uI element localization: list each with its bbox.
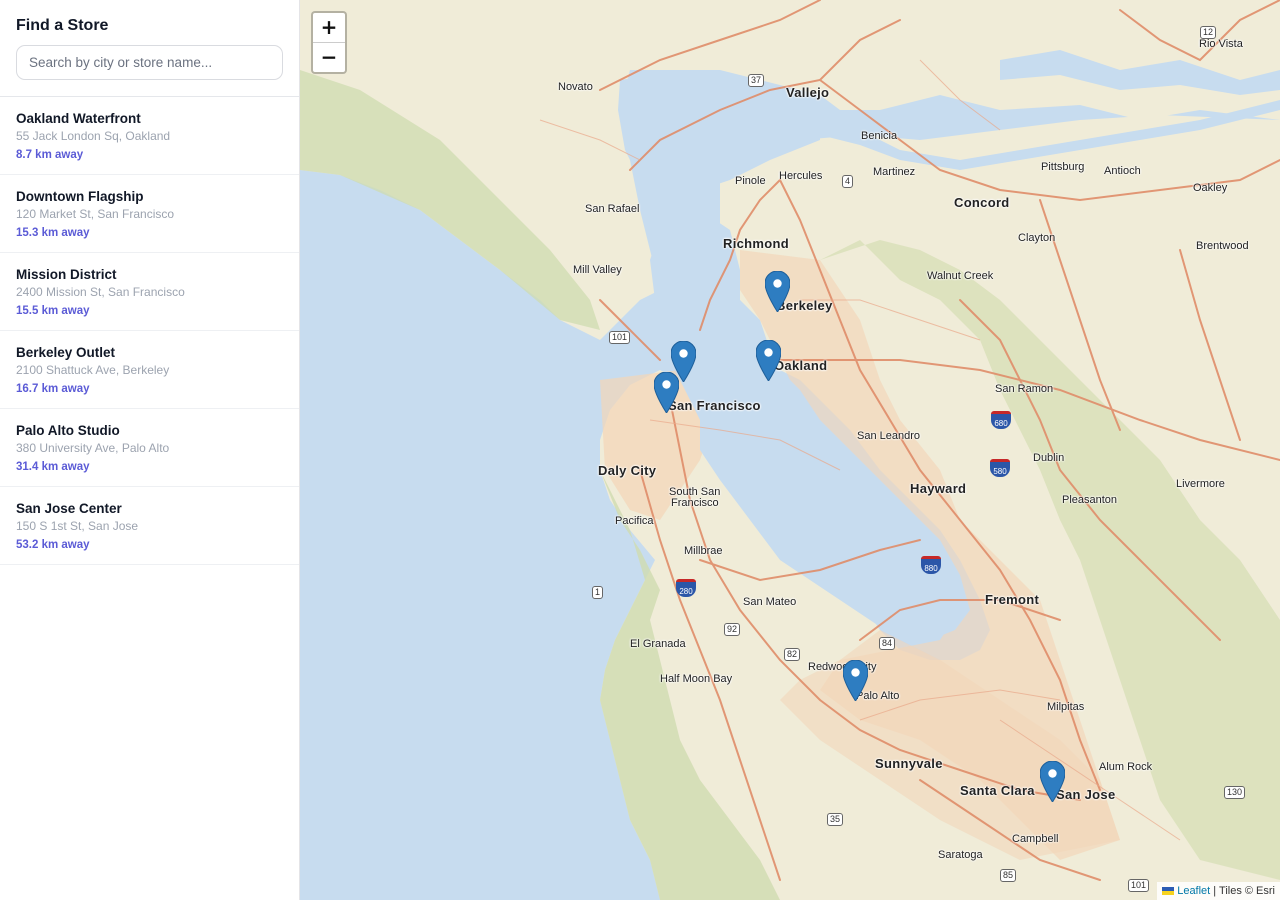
city-label-san-rafael: San Rafael: [585, 203, 640, 215]
store-item-san-jose-center[interactable]: San Jose Center 150 S 1st St, San Jose 5…: [0, 487, 299, 565]
city-label-san-francisco: San Francisco: [668, 398, 761, 413]
store-item-palo-alto-studio[interactable]: Palo Alto Studio 380 University Ave, Pal…: [0, 409, 299, 487]
map-marker-san-jose-center[interactable]: [1040, 761, 1065, 802]
map-view[interactable]: Novato Vallejo Benicia Rio Vista Pinole …: [300, 0, 1280, 900]
city-label-san-ramon: San Ramon: [995, 383, 1054, 395]
store-item-mission-district[interactable]: Mission District 2400 Mission St, San Fr…: [0, 253, 299, 331]
city-label-south-san-francisco-line2: Francisco: [671, 497, 719, 509]
city-label-brentwood: Brentwood: [1196, 240, 1249, 252]
store-sidebar: Find a Store Oakland Waterfront 55 Jack …: [0, 0, 300, 900]
store-name: Mission District: [16, 267, 117, 282]
zoom-out-button[interactable]: −: [313, 43, 345, 72]
map-marker-downtown-flagship[interactable]: [654, 372, 679, 413]
route-shield-1: 1: [592, 586, 604, 599]
store-distance: 53.2 km away: [16, 539, 90, 551]
store-search-input[interactable]: [16, 45, 283, 80]
store-distance: 8.7 km away: [16, 149, 84, 161]
route-shield-92: 92: [724, 623, 741, 636]
city-label-pacifica: Pacifica: [615, 515, 654, 527]
route-shield-130: 130: [1224, 786, 1246, 799]
city-label-pinole: Pinole: [735, 175, 766, 187]
route-shield-101-south: 101: [1128, 879, 1150, 892]
zoom-control: + −: [311, 11, 347, 74]
city-label-campbell: Campbell: [1012, 833, 1059, 845]
city-label-novato: Novato: [558, 81, 593, 93]
store-distance: 31.4 km away: [16, 461, 90, 473]
city-label-vallejo: Vallejo: [786, 85, 830, 100]
interstate-shield-280: 280: [676, 579, 696, 597]
interstate-shield-580: 580: [990, 459, 1010, 477]
city-label-san-leandro: San Leandro: [857, 430, 920, 442]
city-label-millbrae: Millbrae: [684, 545, 723, 557]
store-name: San Jose Center: [16, 501, 122, 516]
city-label-dublin: Dublin: [1033, 452, 1065, 464]
city-label-oakley: Oakley: [1193, 182, 1228, 194]
route-shield-85: 85: [1000, 869, 1017, 882]
store-distance: 16.7 km away: [16, 383, 90, 395]
store-address: 55 Jack London Sq, Oakland: [16, 129, 171, 143]
city-label-richmond: Richmond: [723, 236, 789, 251]
leaflet-link[interactable]: Leaflet: [1177, 885, 1210, 897]
city-label-martinez: Martinez: [873, 166, 916, 178]
city-label-mill-valley: Mill Valley: [573, 264, 622, 276]
map-marker-palo-alto-studio[interactable]: [843, 660, 868, 701]
store-name: Oakland Waterfront: [16, 111, 141, 126]
city-label-milpitas: Milpitas: [1047, 701, 1085, 713]
store-address: 120 Market St, San Francisco: [16, 207, 175, 221]
city-label-oakland: Oakland: [774, 358, 828, 373]
store-name: Downtown Flagship: [16, 189, 144, 204]
route-shield-82: 82: [784, 648, 801, 661]
city-label-saratoga: Saratoga: [938, 849, 983, 861]
map-marker-oakland-waterfront[interactable]: [756, 340, 781, 381]
route-shield-101-north: 101: [609, 331, 631, 344]
map-marker-berkeley-outlet[interactable]: [765, 271, 790, 312]
sidebar-title: Find a Store: [16, 17, 109, 34]
store-address: 2100 Shattuck Ave, Berkeley: [16, 363, 170, 377]
store-list: Oakland Waterfront 55 Jack London Sq, Oa…: [0, 97, 299, 565]
city-label-san-mateo: San Mateo: [743, 596, 797, 608]
city-label-daly-city: Daly City: [598, 463, 657, 478]
interstate-shield-680: 680: [991, 411, 1011, 429]
route-shield-4: 4: [842, 175, 854, 188]
city-label-hayward: Hayward: [910, 481, 967, 496]
city-label-rio-vista: Rio Vista: [1199, 38, 1243, 50]
city-label-livermore: Livermore: [1176, 478, 1225, 490]
tiles-attribution-text: | Tiles © Esri: [1213, 885, 1275, 897]
city-label-benicia: Benicia: [861, 130, 898, 142]
store-name: Berkeley Outlet: [16, 345, 116, 360]
city-label-el-granada: El Granada: [630, 638, 686, 650]
store-item-oakland-waterfront[interactable]: Oakland Waterfront 55 Jack London Sq, Oa…: [0, 97, 299, 175]
city-label-clayton: Clayton: [1018, 232, 1056, 244]
city-label-santa-clara: Santa Clara: [960, 783, 1035, 798]
map-attribution: Leaflet | Tiles © Esri: [1157, 882, 1280, 900]
city-label-hercules: Hercules: [779, 170, 823, 182]
route-shield-84: 84: [879, 637, 896, 650]
route-shield-12: 12: [1200, 26, 1217, 39]
store-address: 380 University Ave, Palo Alto: [16, 441, 170, 455]
sidebar-header: Find a Store: [0, 0, 299, 97]
city-label-sunnyvale: Sunnyvale: [875, 756, 943, 771]
store-distance: 15.5 km away: [16, 305, 90, 317]
store-name: Palo Alto Studio: [16, 423, 120, 438]
city-label-concord: Concord: [954, 195, 1010, 210]
zoom-in-button[interactable]: +: [313, 13, 345, 43]
store-address: 150 S 1st St, San Jose: [16, 519, 139, 533]
route-shield-37: 37: [748, 74, 765, 87]
route-shield-35: 35: [827, 813, 844, 826]
store-item-berkeley-outlet[interactable]: Berkeley Outlet 2100 Shattuck Ave, Berke…: [0, 331, 299, 409]
city-label-fremont: Fremont: [985, 592, 1040, 607]
city-label-half-moon-bay: Half Moon Bay: [660, 673, 733, 685]
city-label-alum-rock: Alum Rock: [1099, 761, 1153, 773]
city-label-pleasanton: Pleasanton: [1062, 494, 1118, 506]
city-label-pittsburg: Pittsburg: [1041, 161, 1085, 173]
city-label-walnut-creek: Walnut Creek: [927, 270, 994, 282]
city-label-antioch: Antioch: [1104, 165, 1141, 177]
store-distance: 15.3 km away: [16, 227, 90, 239]
store-item-downtown-flagship[interactable]: Downtown Flagship 120 Market St, San Fra…: [0, 175, 299, 253]
interstate-shield-880: 880: [921, 556, 941, 574]
store-address: 2400 Mission St, San Francisco: [16, 285, 185, 299]
ukraine-flag-icon: [1162, 887, 1175, 896]
